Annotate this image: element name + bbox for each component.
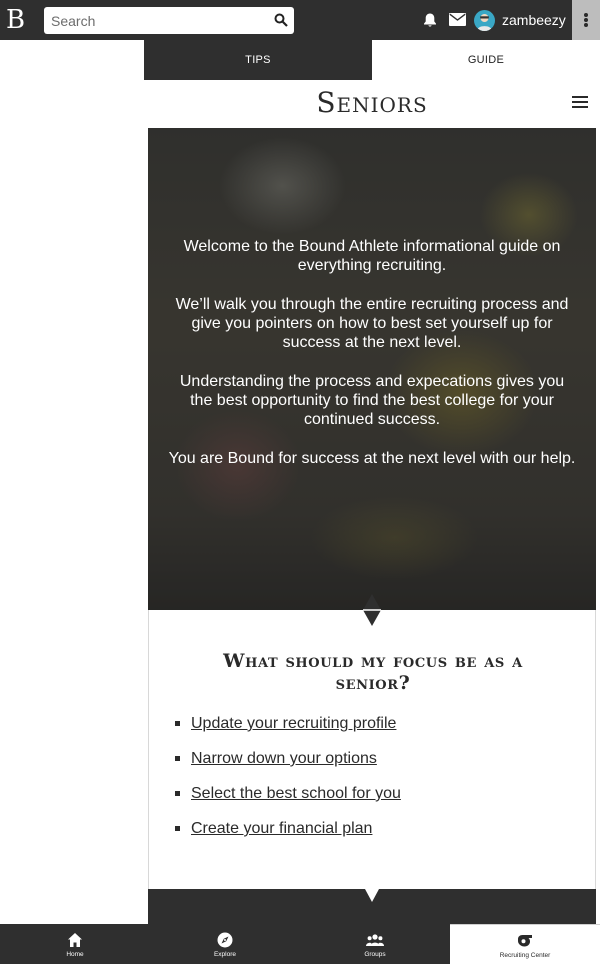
bound-logo[interactable]: B: [6, 4, 28, 36]
compass-icon: [217, 932, 233, 948]
list-item: Update your recruiting profile: [171, 713, 401, 748]
hero-paragraph: We’ll walk you through the entire recrui…: [175, 296, 569, 351]
nav-label: Explore: [213, 951, 237, 958]
focus-list: Update your recruiting profile Narrow do…: [171, 713, 401, 853]
nav-label: Groups: [364, 951, 386, 958]
update-profile-link[interactable]: Update your recruiting profile: [191, 715, 396, 732]
hero-paragraph: You are Bound for success at the next le…: [168, 450, 576, 467]
username[interactable]: zambeezy: [502, 10, 566, 30]
bullet-icon: [175, 826, 180, 831]
list-item: Narrow down your options: [171, 748, 401, 783]
list-item: Select the best school for you: [171, 783, 401, 818]
nav-recruiting-center[interactable]: Recruiting Center: [450, 924, 600, 964]
tab-guide[interactable]: GUIDE: [372, 40, 600, 80]
nav-groups[interactable]: Groups: [300, 924, 450, 964]
notch-arrow-icon: [365, 889, 379, 902]
bell-icon[interactable]: [422, 12, 438, 28]
avatar[interactable]: [474, 10, 495, 31]
mail-icon[interactable]: [449, 13, 466, 26]
top-bar: B zambeezy: [0, 0, 600, 40]
nav-home[interactable]: Home: [0, 924, 150, 964]
page-title: Seniors: [316, 86, 428, 119]
hero-paragraph: Welcome to the Bound Athlete information…: [183, 238, 561, 274]
bullet-icon: [175, 791, 180, 796]
bullet-icon: [175, 721, 180, 726]
financial-plan-link[interactable]: Create your financial plan: [191, 820, 372, 837]
bullet-icon: [175, 756, 180, 761]
select-school-link[interactable]: Select the best school for you: [191, 785, 401, 802]
guide-tabs: TIPS GUIDE: [144, 40, 600, 80]
nav-explore[interactable]: Explore: [150, 924, 300, 964]
focus-heading: What should my focus be as a senior?: [223, 650, 523, 694]
hero-paragraph: Understanding the process and expecation…: [179, 373, 565, 428]
more-options-button[interactable]: [572, 0, 600, 40]
search-input[interactable]: [44, 7, 266, 34]
nav-label: Recruiting Center: [499, 952, 551, 959]
list-item: Create your financial plan: [171, 818, 401, 853]
narrow-options-link[interactable]: Narrow down your options: [191, 750, 377, 767]
bottom-nav: Home Explore Groups Recruiting Center: [0, 924, 600, 964]
home-icon: [68, 933, 82, 947]
tab-tips[interactable]: TIPS: [144, 40, 372, 80]
search-icon[interactable]: [274, 13, 288, 27]
whistle-icon: [518, 935, 532, 947]
search-box[interactable]: [44, 7, 294, 34]
hamburger-menu-icon[interactable]: [572, 96, 588, 108]
focus-section: What should my focus be as a senior? Upd…: [148, 610, 596, 889]
hero-banner: Welcome to the Bound Athlete information…: [148, 128, 596, 610]
nav-label: Home: [66, 951, 84, 958]
diamond-divider-icon: [363, 594, 381, 626]
groups-icon: [366, 934, 384, 946]
